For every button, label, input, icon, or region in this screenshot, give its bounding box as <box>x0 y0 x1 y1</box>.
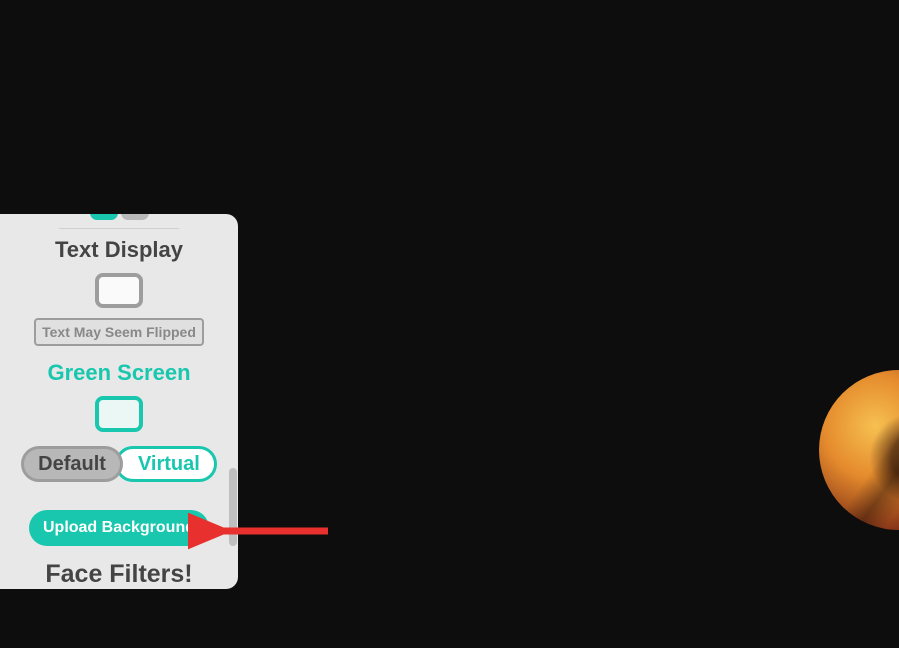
settings-panel: Text Display Text May Seem Flipped Green… <box>0 214 238 589</box>
green-screen-toggle-row: Default Virtual <box>21 446 217 482</box>
face-filters-heading: Face Filters! <box>45 560 192 589</box>
avatar[interactable] <box>819 370 899 530</box>
partial-toggle-row <box>90 214 149 220</box>
text-display-heading: Text Display <box>55 237 183 263</box>
green-screen-heading: Green Screen <box>47 360 190 386</box>
section-divider <box>59 228 179 229</box>
toggle-virtual[interactable]: Virtual <box>115 446 217 482</box>
text-flipped-note: Text May Seem Flipped <box>34 318 204 346</box>
toggle-default[interactable]: Default <box>21 446 123 482</box>
tiny-pill-inactive[interactable] <box>121 214 149 220</box>
tiny-pill-active[interactable] <box>90 214 118 220</box>
green-screen-checkbox[interactable] <box>95 396 143 432</box>
scrollbar-thumb[interactable] <box>229 468 237 546</box>
text-display-checkbox[interactable] <box>95 273 143 309</box>
upload-background-button[interactable]: Upload Background <box>29 510 209 546</box>
